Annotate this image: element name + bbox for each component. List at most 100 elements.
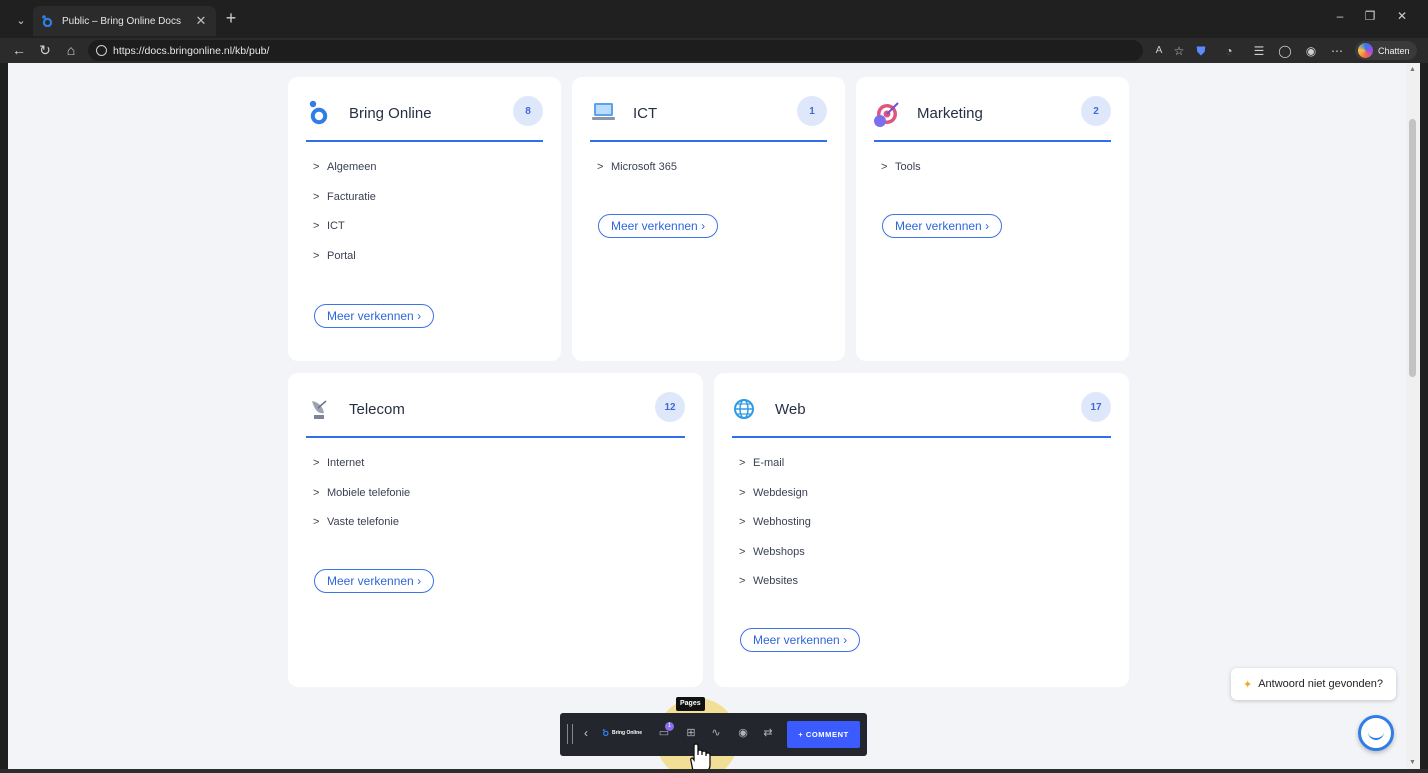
laptop-icon [592, 103, 615, 120]
chat-smile-icon [1368, 732, 1384, 740]
taskbar-edge [0, 769, 1428, 773]
satellite-dish-icon [312, 400, 327, 419]
pages-grid-icon[interactable]: ⊞ [683, 725, 699, 741]
subcategory-link[interactable]: > Mobiele telefonie [313, 487, 410, 517]
chevron-right-icon: > [313, 457, 320, 469]
refresh-icon[interactable]: ↻ [35, 40, 55, 60]
bring-online-logo-icon [309, 100, 328, 125]
category-card-bring-online: Bring Online 8 > Algemeen > Facturatie > IC… [288, 77, 561, 361]
chatten-label: Chatten [1378, 45, 1410, 56]
notification-badge: 1 [665, 722, 674, 731]
chevron-right-icon: › [701, 219, 706, 233]
chevron-right-icon: > [313, 161, 320, 173]
back-arrow-icon[interactable]: ← [9, 40, 29, 60]
target-icon [874, 102, 899, 127]
chevron-right-icon: > [739, 457, 746, 469]
chevron-right-icon: > [313, 190, 320, 203]
subcategory-link[interactable]: > Portal [313, 250, 377, 280]
subcategory-link[interactable]: > Vaste telefonie [313, 516, 410, 546]
subcategory-link[interactable]: > Tools [881, 161, 921, 191]
chevron-right-icon: › [417, 309, 422, 323]
category-title[interactable]: Telecom [349, 401, 405, 418]
category-title[interactable]: Web [775, 401, 806, 418]
subcategory-list: > E-mail > Webdesign > Webhosting > Webshops… [739, 457, 811, 605]
help-label: Antwoord niet gevonden? [1258, 678, 1383, 690]
subcategory-link[interactable]: > Internet [313, 457, 410, 487]
scroll-thumb[interactable] [1409, 119, 1416, 377]
category-card-marketing: Marketing 2 > Tools Meer verkennen › [856, 77, 1129, 361]
subcategory-link[interactable]: > Algemeen [313, 161, 377, 191]
add-comment-button[interactable]: + COMMENT [787, 721, 860, 748]
category-title[interactable]: Marketing [917, 105, 983, 122]
chevron-right-icon: > [313, 249, 320, 262]
explore-more-button[interactable]: Meer verkennen › [314, 304, 435, 328]
subcategory-link[interactable]: > Facturatie [313, 191, 377, 221]
new-tab-button[interactable]: + [221, 8, 241, 28]
count-badge: 2 [1081, 96, 1111, 126]
eye-icon[interactable]: ◉ [735, 725, 751, 741]
browser-titlebar: ⌄ Public – Bring Online Docs ✕ + – ❐ ✕ [0, 0, 1428, 38]
chat-widget-button[interactable] [1358, 715, 1394, 751]
browser-tab[interactable]: Public – Bring Online Docs ✕ [33, 6, 216, 36]
swap-icon[interactable]: ⇄ [760, 725, 776, 741]
chevron-right-icon: › [843, 633, 848, 647]
tab-actions-menu-icon[interactable]: ⌄ [10, 9, 32, 31]
category-card-ict: ICT 1 > Microsoft 365 Meer verkennen › [572, 77, 845, 361]
subcategory-link[interactable]: > Webdesign [739, 487, 811, 517]
favorite-star-icon[interactable]: ☆ [1170, 42, 1188, 60]
subcategory-link[interactable]: > Webshops [739, 546, 811, 576]
chevron-right-icon: > [739, 486, 746, 499]
tab-title: Public – Bring Online Docs [62, 15, 181, 27]
chevron-right-icon: > [739, 545, 746, 558]
restore-button[interactable]: ❐ [1360, 9, 1380, 23]
copilot-icon [1358, 43, 1373, 58]
card-header: Marketing 2 [874, 95, 1111, 142]
page-content: Bring Online 8 > Algemeen > Facturatie > IC… [8, 63, 1406, 769]
card-header: Telecom 12 [306, 391, 685, 438]
drag-handle-icon[interactable] [567, 724, 573, 744]
home-icon[interactable]: ⌂ [61, 40, 81, 60]
subcategory-list: > Microsoft 365 [597, 161, 677, 191]
url-text[interactable]: https://docs.bringonline.nl/kb/pub/ [113, 45, 269, 57]
favorites-bar-icon[interactable]: ☰ [1250, 42, 1268, 60]
explore-more-button[interactable]: Meer verkennen › [314, 569, 435, 593]
close-window-button[interactable]: ✕ [1392, 9, 1412, 23]
subcategory-link[interactable]: > Websites [739, 575, 811, 605]
explore-more-button[interactable]: Meer verkennen › [598, 214, 719, 238]
category-title[interactable]: Bring Online [349, 105, 432, 122]
chevron-left-icon[interactable]: ‹ [584, 726, 588, 740]
sparkle-icon: ✦ [1243, 678, 1253, 691]
card-header: ICT 1 [590, 95, 827, 142]
read-aloud-icon[interactable]: A [1150, 42, 1168, 60]
card-header: Bring Online 8 [306, 95, 543, 142]
category-card-telecom: Telecom 12 > Internet > Mobiele telefonie … [288, 373, 703, 687]
help-not-found-button[interactable]: ✦ Antwoord niet gevonden? [1231, 668, 1396, 700]
count-badge: 17 [1081, 392, 1111, 422]
scroll-down-icon[interactable]: ▼ [1409, 759, 1416, 766]
subcategory-link[interactable]: > E-mail [739, 457, 811, 487]
lock-icon[interactable] [96, 45, 107, 56]
scroll-up-icon[interactable]: ▲ [1409, 66, 1416, 73]
explore-more-button[interactable]: Meer verkennen › [882, 214, 1003, 238]
chevron-right-icon: › [417, 574, 422, 588]
page-scrollbar[interactable]: ▲ ▼ [1406, 63, 1420, 769]
activity-icon[interactable]: ∿ [708, 725, 724, 741]
category-card-web: Web 17 > E-mail > Webdesign > Webhosting > W… [714, 373, 1129, 687]
subcategory-link[interactable]: > ICT [313, 220, 377, 250]
subcategory-link[interactable]: > Webhosting [739, 516, 811, 546]
category-title[interactable]: ICT [633, 105, 657, 122]
bitwarden-shield-icon[interactable]: ⛊ [1192, 42, 1210, 60]
address-bar[interactable]: https://docs.bringonline.nl/kb/pub/ [88, 40, 1143, 61]
chevron-right-icon: › [985, 219, 990, 233]
pages-tooltip: Pages [676, 697, 705, 711]
minimize-button[interactable]: – [1330, 9, 1350, 23]
browser-essentials-icon[interactable]: ◯ [1276, 42, 1294, 60]
more-options-icon[interactable]: ⋯ [1328, 42, 1346, 60]
tab-close-icon[interactable]: ✕ [194, 13, 208, 29]
copilot-chatten-button[interactable]: Chatten [1355, 41, 1417, 60]
profile-avatar-icon[interactable]: ◉ [1302, 42, 1320, 60]
count-badge: 8 [513, 96, 543, 126]
extension-icon[interactable]: ◔ [1220, 42, 1238, 60]
explore-more-button[interactable]: Meer verkennen › [740, 628, 861, 652]
subcategory-link[interactable]: > Microsoft 365 [597, 161, 677, 191]
